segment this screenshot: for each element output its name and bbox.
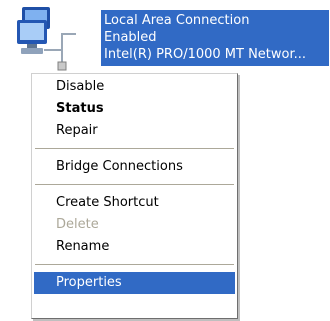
connection-name: Local Area Connection [104, 13, 250, 28]
front-monitor-screen-icon [20, 23, 44, 40]
menu-item-disable[interactable]: Disable [34, 76, 235, 98]
connection-label[interactable]: Local Area Connection Enabled Intel(R) P… [101, 10, 329, 66]
menu-item-properties[interactable]: Properties [34, 272, 235, 294]
menu-item-bridge-connections[interactable]: Bridge Connections [34, 156, 235, 178]
connection-device: Intel(R) PRO/1000 MT Networ... [104, 47, 307, 62]
network-connection-icon[interactable] [14, 4, 94, 74]
menu-item-delete: Delete [56, 217, 99, 232]
menu-item-rename[interactable]: Rename [34, 236, 235, 258]
menu-separator [35, 148, 234, 149]
network-plug-icon [57, 61, 67, 71]
keyboard-icon [21, 48, 43, 54]
menu-separator [35, 264, 234, 265]
context-menu: Disable Status Repair Bridge Connections… [31, 73, 238, 319]
menu-item-repair[interactable]: Repair [34, 120, 235, 142]
desktop-area: Local Area Connection Enabled Intel(R) P… [0, 0, 330, 321]
connection-status: Enabled [104, 30, 157, 45]
menu-item-create-shortcut[interactable]: Create Shortcut [34, 192, 235, 214]
menu-item-status[interactable]: Status [34, 98, 235, 120]
network-cable-icon [44, 33, 76, 51]
menu-separator [35, 184, 234, 185]
